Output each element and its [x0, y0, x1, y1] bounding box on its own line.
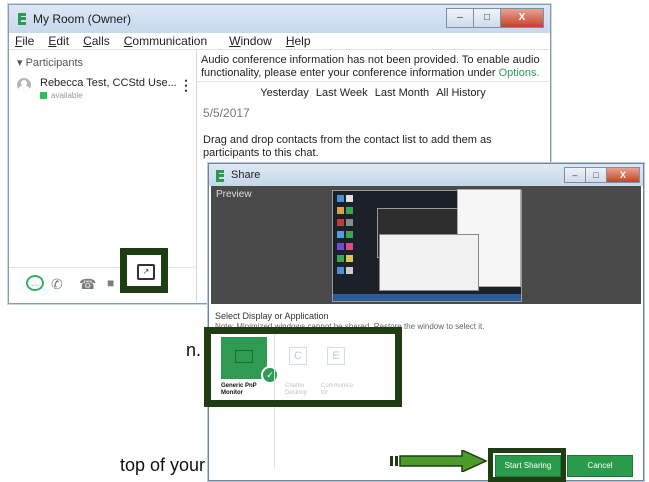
background-text-fragment: n.	[186, 340, 202, 360]
menu-calls[interactable]: Calls	[83, 34, 110, 48]
video-icon[interactable]: ■	[107, 276, 114, 290]
maximize-button[interactable]: □	[473, 8, 501, 28]
close-button[interactable]: X	[606, 167, 640, 183]
phone-icon[interactable]: ✆	[51, 276, 63, 293]
share-dialog: Share – □ X Preview Select Display or Ap…	[204, 163, 644, 482]
thumbnail-window	[379, 234, 479, 291]
select-display-label: Select Display or Application	[215, 311, 329, 321]
minimize-button[interactable]: –	[446, 8, 474, 28]
display-selection-highlight	[204, 327, 402, 407]
app-logo-icon	[17, 12, 27, 26]
maximize-button[interactable]: □	[585, 167, 607, 183]
preview-area: Preview	[211, 186, 641, 304]
desk-phone-icon[interactable]: ☎	[79, 276, 96, 293]
start-sharing-highlight	[488, 448, 566, 482]
title-bar[interactable]: My Room (Owner) – □ X	[9, 5, 550, 33]
share-button-highlight: ↗	[120, 248, 168, 293]
drag-drop-hint: Drag and drop contacts from the contact …	[203, 134, 492, 159]
more-options-icon[interactable]: ⋮	[179, 77, 193, 94]
chat-icon[interactable]: …	[26, 275, 44, 291]
participants-header[interactable]: ▾ Participants	[9, 50, 196, 69]
menu-file[interactable]: File	[15, 34, 34, 48]
history-filters: Yesterday Last Week Last Month All Histo…	[197, 82, 549, 104]
filter-all-history[interactable]: All History	[436, 87, 486, 99]
screen-share-icon[interactable]: ↗	[137, 264, 155, 280]
share-title: Share	[231, 169, 261, 181]
menu-communication[interactable]: Communication	[124, 34, 207, 48]
preview-label: Preview	[216, 189, 252, 200]
menu-window[interactable]: Window	[229, 34, 272, 48]
menu-bar: File Edit Calls Communication Window Hel…	[9, 33, 550, 50]
filter-last-month[interactable]: Last Month	[375, 87, 429, 99]
participants-panel: ▾ Participants Rebecca Test, CCStd Use..…	[9, 50, 197, 302]
avatar	[17, 78, 31, 92]
participant-name: Rebecca Test, CCStd Use...	[40, 77, 177, 89]
background-text-fragment: top of your	[120, 455, 206, 475]
cancel-button[interactable]: Cancel	[567, 455, 633, 477]
app-logo-icon	[215, 169, 225, 182]
window-title: My Room (Owner)	[33, 12, 132, 26]
filter-yesterday[interactable]: Yesterday	[260, 87, 309, 99]
presence-dot-icon	[40, 92, 47, 99]
presence-label: available	[51, 91, 83, 100]
menu-edit[interactable]: Edit	[48, 34, 69, 48]
close-button[interactable]: X	[500, 8, 544, 28]
conversation-date: 5/5/2017	[203, 106, 250, 120]
audio-notice: Audio conference information has not bee…	[197, 50, 549, 82]
thumbnail-taskbar	[333, 294, 521, 301]
arrow-icon	[390, 450, 488, 472]
options-link[interactable]: Options.	[499, 67, 540, 79]
share-title-bar[interactable]: Share – □ X	[209, 164, 643, 186]
minimize-button[interactable]: –	[564, 167, 586, 183]
filter-last-week[interactable]: Last Week	[316, 87, 368, 99]
menu-help[interactable]: Help	[286, 34, 311, 48]
audio-notice-text: Audio conference information has not bee…	[201, 54, 540, 79]
participant-item[interactable]: Rebecca Test, CCStd Use... available ⋮	[9, 73, 196, 109]
presence-status: available	[40, 91, 83, 100]
